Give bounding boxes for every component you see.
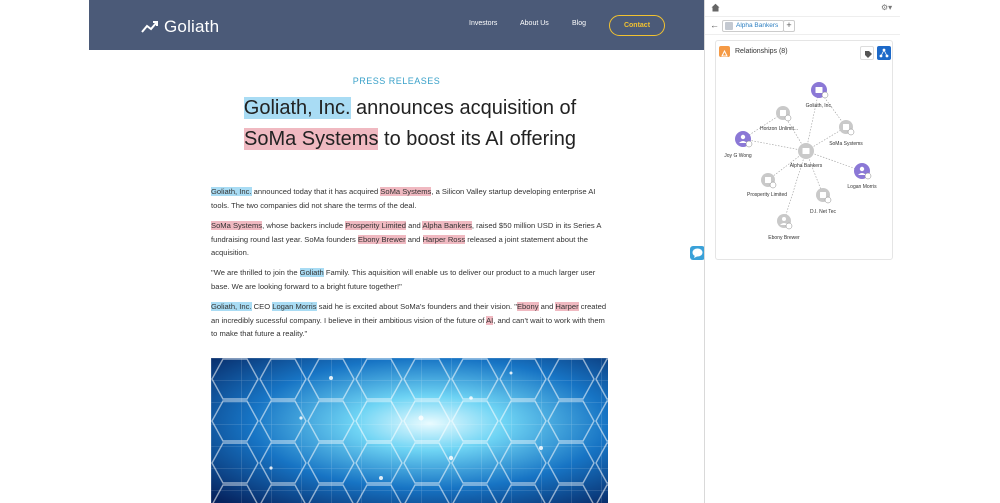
screen: Goliath Investors About Us Blog Contact … bbox=[0, 0, 1000, 503]
nav-blog[interactable]: Blog bbox=[572, 20, 586, 27]
entity-harper-ross[interactable]: Harper Ross bbox=[422, 234, 466, 244]
relationships-icon bbox=[719, 46, 730, 57]
paragraph-2: SoMa Systems, whose backers include Pros… bbox=[211, 219, 611, 260]
svg-text:Ebony Brewer: Ebony Brewer bbox=[768, 235, 800, 241]
headline-text: to boost its AI offering bbox=[378, 128, 576, 150]
graph-node-logan-morris[interactable]: Logan Morris bbox=[847, 163, 877, 190]
sidebar-toolbar: ⚙▾ bbox=[705, 0, 900, 17]
paragraph-text: and bbox=[405, 234, 423, 244]
chart-logo-icon bbox=[141, 21, 158, 33]
graph-node-joy-g-wong[interactable]: Joy G Wong bbox=[724, 131, 753, 159]
tab-label: Alpha Bankers bbox=[736, 22, 779, 29]
paragraph-text: "We are thrilled to join the bbox=[211, 268, 300, 277]
graph-node-prosperity-limited[interactable]: Prosperity Limited bbox=[747, 173, 787, 198]
sidebar-tabs: ← Alpha Bankers + bbox=[705, 17, 900, 35]
svg-text:Joy G Wong: Joy G Wong bbox=[724, 153, 752, 159]
paragraph-text: said he is excited about SoMa's founders… bbox=[316, 302, 517, 311]
entity-logan-morris[interactable]: Logan Morris bbox=[272, 302, 317, 311]
site-header: Goliath Investors About Us Blog Contact bbox=[89, 0, 704, 50]
relationships-title: Relationships (8) bbox=[735, 48, 788, 55]
svg-text:Horizon Unlimit...: Horizon Unlimit... bbox=[760, 126, 798, 132]
graph-node-di-net-tec[interactable]: D.I. Net Tec bbox=[810, 188, 837, 215]
article-headline: Goliath, Inc. announces acquisition of S… bbox=[150, 93, 670, 155]
entity-goliath[interactable]: Goliath, Inc. bbox=[211, 302, 252, 311]
nav-investors[interactable]: Investors bbox=[469, 20, 497, 27]
graph-node-goliath[interactable]: Goliath, Inc. bbox=[806, 82, 833, 109]
article-image bbox=[211, 358, 608, 503]
home-icon[interactable] bbox=[711, 3, 720, 12]
article-kicker[interactable]: PRESS RELEASES bbox=[89, 76, 704, 86]
back-arrow-icon[interactable]: ← bbox=[710, 20, 719, 30]
svg-text:Goliath, Inc.: Goliath, Inc. bbox=[806, 103, 833, 109]
graph-node-soma-systems[interactable]: SoMa Systems bbox=[829, 120, 863, 147]
entity-soma-systems[interactable]: SoMa Systems bbox=[243, 128, 379, 150]
paragraph-text: and bbox=[538, 302, 556, 311]
chat-icon[interactable] bbox=[690, 246, 705, 260]
svg-text:Logan Morris: Logan Morris bbox=[847, 184, 877, 190]
graph-node-horizon[interactable]: Horizon Unlimit... bbox=[760, 106, 798, 132]
entity-ebony-brewer[interactable]: Ebony Brewer bbox=[357, 234, 406, 244]
paragraph-text: and bbox=[406, 221, 423, 230]
paragraph-3: "We are thrilled to join the Goliath Fam… bbox=[211, 266, 611, 293]
building-icon bbox=[725, 22, 733, 30]
entity-goliath[interactable]: Goliath, Inc. bbox=[243, 97, 351, 119]
paragraph-text: announced today that it has acquired bbox=[251, 187, 381, 196]
svg-text:D.I. Net Tec: D.I. Net Tec bbox=[810, 209, 837, 215]
svg-text:SoMa Systems: SoMa Systems bbox=[829, 141, 863, 147]
site-logo[interactable]: Goliath bbox=[141, 17, 219, 37]
graph-node-ebony-brewer[interactable]: Ebony Brewer bbox=[768, 214, 800, 241]
entity-prosperity-limited[interactable]: Prosperity Limited bbox=[345, 221, 406, 230]
svg-text:Alpha Bankers: Alpha Bankers bbox=[790, 163, 823, 169]
entity-harper[interactable]: Harper bbox=[555, 302, 579, 311]
paragraph-text: CEO bbox=[251, 302, 273, 311]
tag-filter-button[interactable] bbox=[860, 46, 874, 60]
entity-goliath[interactable]: Goliath bbox=[299, 268, 324, 277]
entity-soma-systems[interactable]: SoMa Systems bbox=[211, 221, 263, 230]
paragraph-text: , whose backers include bbox=[262, 221, 346, 230]
paragraph-4: Goliath, Inc. CEO Logan Morris said he i… bbox=[211, 300, 611, 341]
relationships-card: Relationships (8) Goliath, Inc. Horizon … bbox=[715, 40, 893, 260]
contact-button[interactable]: Contact bbox=[609, 15, 665, 36]
relationship-graph: Goliath, Inc. Horizon Unlimit... SoMa Sy… bbox=[724, 82, 877, 241]
entity-ebony[interactable]: Ebony bbox=[516, 302, 539, 311]
graph-node-alpha-bankers[interactable]: Alpha Bankers bbox=[790, 143, 823, 169]
add-tab-button[interactable]: + bbox=[783, 20, 795, 32]
nav-about-us[interactable]: About Us bbox=[520, 20, 549, 27]
svg-text:Prosperity Limited: Prosperity Limited bbox=[747, 192, 787, 198]
tab-alpha-bankers[interactable]: Alpha Bankers bbox=[722, 20, 785, 32]
entity-soma-systems[interactable]: SoMa Systems bbox=[380, 187, 432, 196]
settings-icon[interactable]: ⚙▾ bbox=[881, 3, 892, 12]
entity-goliath[interactable]: Goliath, Inc. bbox=[211, 187, 252, 196]
paragraph-1: Goliath, Inc. announced today that it ha… bbox=[211, 185, 611, 212]
headline-text: announces acquisition of bbox=[350, 97, 577, 119]
entity-alpha-bankers[interactable]: Alpha Bankers bbox=[422, 221, 472, 230]
relationship-sidebar: ⚙▾ ← Alpha Bankers + Relationships (8) G… bbox=[705, 0, 900, 503]
logo-text: Goliath bbox=[164, 17, 220, 36]
graph-view-button[interactable] bbox=[877, 46, 891, 60]
